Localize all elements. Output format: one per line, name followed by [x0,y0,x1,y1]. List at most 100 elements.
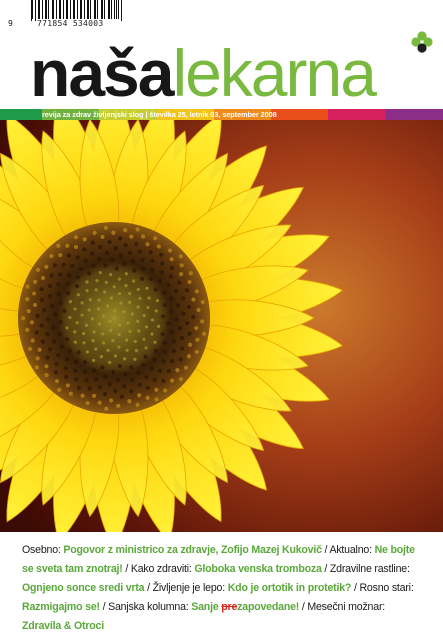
barcode-bar [65,0,67,19]
sunflower-seed [157,278,162,284]
sunflower-seed [73,244,79,250]
sunflower-seed [78,266,83,271]
sunflower-seed [45,332,50,337]
sunflower-seed [87,386,92,391]
sunflower-seed [178,376,184,382]
sunflower-seed [133,357,137,361]
issue-info: revija za zdrav življenjski slog | števi… [42,110,277,119]
sunflower-seed [58,272,63,277]
sunflower-seed [113,388,118,394]
sunflower-seed [147,296,151,300]
sunflower-seed [64,357,70,362]
sunflower-seed [66,273,72,278]
sunflower-seed [169,329,174,335]
section-label-zivljenje: / Življenje je lepo: [144,582,228,594]
sunflower-seed [85,401,90,406]
title-part-lekarna: lekarna [172,36,376,110]
strip-stripe [328,109,386,120]
sunflower-seed [100,365,105,370]
sunflower-seed [129,389,134,394]
sunflower-seed [128,300,132,305]
sunflower-seed [194,325,199,331]
sunflower-seed [171,348,177,354]
sunflower-seed [57,332,62,337]
sunflower-seed [178,357,183,362]
sunflower-seed [173,288,179,293]
sunflower-seed [54,361,59,366]
sunflower-seed [143,354,148,359]
sunflower-seed [68,315,72,320]
sunflower-seed [82,341,86,345]
sunflower-seed [178,254,184,259]
article-title-interview: Pogovor z ministrico za zdravje, Zofijo … [63,544,322,556]
sunflower-seed [111,369,116,375]
sunflower-seed [191,314,196,320]
sunflower-seed [73,330,77,334]
sunflower-seed [74,284,80,289]
sunflower-seed [180,346,185,351]
sunflower-seed [94,347,98,351]
sunflower-seed [122,384,127,389]
sunflower-seed [65,326,69,330]
sunflower-seed [102,392,108,397]
sunflower-seed [187,279,192,285]
sunflower-seed [140,362,146,368]
sunflower-seed [96,307,101,311]
sunflower-seed [75,255,80,260]
barcode-bar [39,0,40,19]
barcode-digits: 9 771854 534003 [8,19,103,28]
sunflower-seed [150,318,155,322]
sunflower-seed [129,365,134,370]
sunflower-seed [107,382,112,387]
article-title-sanje-a: Sanje [191,601,222,613]
sunflower-seed [157,368,163,373]
sunflower-seed [108,360,112,365]
sunflower-seed [194,289,199,294]
sunflower-seed [153,340,157,344]
sunflower-seed [40,297,45,303]
sunflower-seed [136,370,141,376]
sunflower-seed [97,322,102,326]
sunflower-seed [137,249,143,254]
sunflower-seed [156,244,161,249]
article-title-sonce: Ognjeno sonce sredi vrta [22,582,145,594]
sunflower-seed [117,277,122,281]
sunflower-seed [111,339,115,343]
article-title-sanje-b: zapovedane! [237,601,300,613]
sunflower-seed [194,349,199,355]
sunflower-seed [123,228,128,233]
sunflower-seed [87,271,92,276]
sunflower-seed [74,377,79,382]
sunflower-seed [80,393,85,398]
sunflower-seed [45,355,50,360]
sunflower-seed [65,282,70,287]
title-part-nasa: naša [30,36,174,110]
sunflower-seed [168,274,173,279]
sunflower-seed [154,309,158,313]
sunflower-seed [145,286,149,290]
sunflower-seed [127,250,133,255]
sunflower-seed [162,303,168,308]
sunflower-seed [179,272,184,277]
sunflower-photo [0,120,443,532]
sunflower-seed [92,330,96,334]
sunflower-seed [188,271,194,276]
sunflower-seed [148,276,154,281]
sunflower-seed [32,302,38,308]
sunflower-seed [177,280,182,285]
sunflower-seed [110,257,115,262]
sunflower-seed [44,264,49,269]
sunflower-seed [54,379,60,384]
sunflower-seed [59,344,64,350]
sunflower-seed [94,377,99,382]
sunflower-seed [26,309,31,314]
sunflower-seed [153,287,158,292]
sunflower-seed [137,329,141,333]
sunflower-seed [130,259,136,264]
sunflower-seed [108,319,112,324]
sunflower-seed [70,263,75,269]
sunflower-seed [152,357,157,363]
sunflower-seed [119,301,123,305]
sunflower-seed [95,279,99,283]
sunflower-seed [153,348,158,354]
